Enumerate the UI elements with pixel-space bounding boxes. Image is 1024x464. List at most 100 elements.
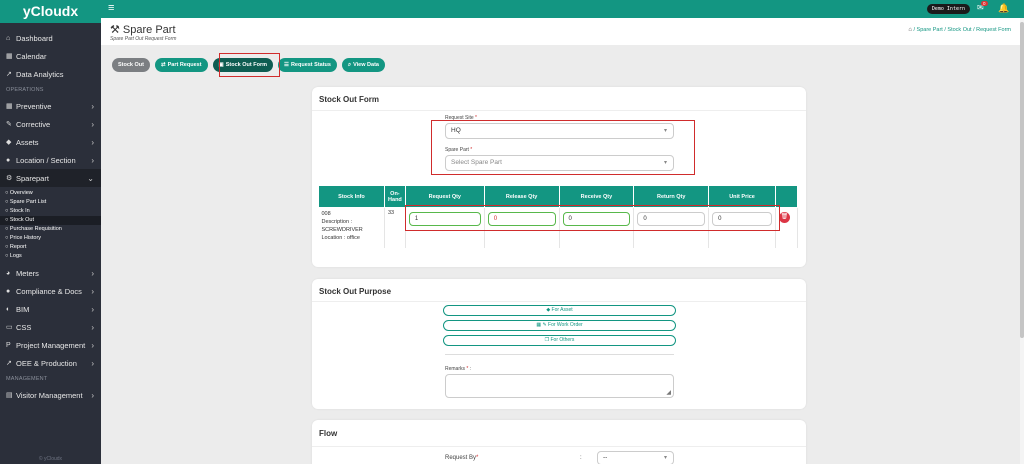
sidebar-item-label: Visitor Management bbox=[16, 390, 83, 400]
chevron-right-icon: › bbox=[91, 340, 94, 350]
sidebar-item-label: Meters bbox=[16, 268, 39, 278]
calendar-icon: ▦ bbox=[6, 53, 13, 60]
chevron-right-icon: › bbox=[91, 304, 94, 314]
for-asset-button[interactable]: ◆ For Asset bbox=[443, 305, 676, 316]
work-order-icon: ▦ ✎ bbox=[536, 322, 549, 328]
card-title: Stock Out Form bbox=[319, 95, 380, 104]
caret-down-icon: ▾ bbox=[663, 455, 667, 461]
sparepart-icon: ⚒ bbox=[110, 24, 123, 36]
sidebar-item-label: Preventive bbox=[16, 101, 52, 111]
colon-separator: : bbox=[580, 455, 582, 461]
sidebar-subitem-overview[interactable]: ○ Overview bbox=[0, 189, 101, 198]
sidebar-subitem-purchase-requisition[interactable]: ○ Purchase Requisition bbox=[0, 225, 101, 234]
sidebar-subitem-label: Report bbox=[9, 244, 27, 250]
stock-out-button[interactable]: Stock Out bbox=[112, 58, 150, 72]
sidebar-item-meters[interactable]: ◕ Meters › bbox=[0, 264, 101, 282]
brand-logo[interactable]: yCloudx bbox=[0, 0, 101, 23]
col-header: Stock Info bbox=[318, 185, 385, 208]
sidebar-item-data-analytics[interactable]: ↗ Data Analytics bbox=[0, 65, 101, 83]
sidebar: yCloudx ⌂ Dashboard ▦ Calendar ↗ Data Analy… bbox=[0, 0, 101, 464]
sidebar-subitem-label: Stock Out bbox=[9, 217, 35, 223]
sidebar-item-css[interactable]: ▭ CSS › bbox=[0, 318, 101, 336]
sidebar-item-assets[interactable]: ◆ Assets › bbox=[0, 133, 101, 151]
breadcrumb-path[interactable]: Spare Part / Stock Out / Request Form bbox=[917, 27, 1011, 33]
highlight-box bbox=[219, 53, 280, 77]
swap-icon: ⇄ bbox=[160, 62, 166, 68]
on-hand-cell: 33 bbox=[384, 207, 406, 248]
sidebar-subitem-logs[interactable]: ○ Logs bbox=[0, 252, 101, 261]
visitor-icon: ▤ bbox=[6, 392, 13, 399]
scrollbar-thumb[interactable] bbox=[1020, 22, 1024, 338]
bell-icon[interactable]: 🔔 bbox=[998, 3, 1010, 14]
sidebar-subitem-spare-part-list[interactable]: ○ Spare Part List bbox=[0, 198, 101, 207]
chevron-right-icon: › bbox=[91, 390, 94, 400]
breadcrumb: ⌂ / Spare Part / Stock Out / Request For… bbox=[908, 27, 1011, 33]
tag-icon: ◆ bbox=[6, 139, 12, 146]
label-text: Request By bbox=[445, 455, 477, 461]
chart-line-icon: ↗ bbox=[6, 360, 12, 367]
sidebar-subitem-price-history[interactable]: ○ Price History bbox=[0, 234, 101, 243]
part-request-button[interactable]: ⇄ Part Request bbox=[154, 58, 208, 72]
for-asset-label: For Asset bbox=[551, 307, 573, 313]
location-value: Location : office bbox=[321, 235, 360, 241]
scrollbar[interactable] bbox=[1020, 18, 1024, 464]
sidebar-subitem-report[interactable]: ○ Report bbox=[0, 243, 101, 252]
remarks-textarea[interactable]: ◢ bbox=[445, 374, 674, 398]
page-title: ⚒ Spare Part bbox=[110, 23, 176, 36]
request-status-label: Request Status bbox=[290, 62, 331, 68]
sidebar-item-location[interactable]: ● Location / Section › bbox=[0, 151, 101, 169]
chevron-right-icon: › bbox=[91, 268, 94, 278]
sidebar-item-label: BIM bbox=[16, 304, 30, 314]
request-by-select[interactable]: -- ▾ bbox=[597, 451, 674, 464]
sidebar-item-label: CSS bbox=[16, 322, 32, 332]
resize-handle-icon[interactable]: ◢ bbox=[666, 389, 671, 396]
sidebar-item-project-management[interactable]: P Project Management › bbox=[0, 336, 101, 354]
search-icon: ⌕ bbox=[347, 62, 352, 68]
sidebar-subitem-label: Stock In bbox=[9, 208, 30, 214]
delete-icon[interactable]: 🗑 bbox=[778, 212, 790, 223]
request-status-button[interactable]: ☰ Request Status bbox=[278, 58, 337, 72]
divider bbox=[312, 446, 806, 447]
wrench-icon: ✎ bbox=[6, 121, 12, 128]
chevron-right-icon: › bbox=[91, 101, 94, 111]
chevron-right-icon: › bbox=[91, 155, 94, 165]
page-subtitle: Spare Part Out Request Form bbox=[110, 36, 177, 42]
list-icon: ☰ bbox=[284, 62, 289, 68]
sidebar-item-visitor-management[interactable]: ▤ Visitor Management › bbox=[0, 386, 101, 404]
chevron-right-icon: › bbox=[91, 286, 94, 296]
for-others-label: For Others bbox=[550, 337, 575, 343]
sidebar-item-corrective[interactable]: ✎ Corrective › bbox=[0, 115, 101, 133]
sidebar-subitem-label: Logs bbox=[9, 253, 22, 259]
page-title-text: Spare Part bbox=[122, 24, 176, 36]
description-label: Description : bbox=[321, 219, 353, 225]
highlight-box bbox=[405, 205, 780, 231]
sidebar-subitem-stock-in[interactable]: ○ Stock In bbox=[0, 207, 101, 216]
chat-icon: ▭ bbox=[6, 324, 13, 331]
sidebar-subitem-label: Overview bbox=[9, 190, 33, 196]
page-header: ⚒ Spare Part Spare Part Out Request Form… bbox=[101, 18, 1024, 45]
card-title: Stock Out Purpose bbox=[319, 287, 392, 296]
sidebar-item-bim[interactable]: ◐ BIM › bbox=[0, 300, 101, 318]
doc-icon: ● bbox=[6, 287, 11, 295]
notification-button[interactable]: ✉ 0 bbox=[977, 1, 991, 14]
user-badge[interactable]: Demo Intern bbox=[926, 3, 970, 14]
for-others-button[interactable]: ❐ For Others bbox=[443, 335, 676, 346]
sidebar-item-sparepart[interactable]: ⚙ Sparepart ⌄ bbox=[0, 169, 101, 187]
remarks-label: Remarks * : bbox=[445, 366, 472, 372]
sidebar-item-calendar[interactable]: ▦ Calendar bbox=[0, 47, 101, 65]
sidebar-item-label: Sparepart bbox=[16, 173, 49, 183]
home-icon[interactable]: ⌂ bbox=[908, 27, 912, 33]
calendar-check-icon: ▦ bbox=[6, 103, 13, 110]
sidebar-item-compliance[interactable]: ● Compliance & Docs › bbox=[0, 282, 101, 300]
sidebar-item-oee[interactable]: ↗ OEE & Production › bbox=[0, 354, 101, 372]
view-data-button[interactable]: ⌕ View Data bbox=[341, 58, 385, 72]
bim-icon: ◐ bbox=[6, 305, 11, 313]
select-value: -- bbox=[603, 454, 608, 461]
request-by-label: Request By* bbox=[445, 455, 478, 461]
sidebar-item-preventive[interactable]: ▦ Preventive › bbox=[0, 97, 101, 115]
hamburger-menu-icon[interactable]: ≡ bbox=[108, 3, 114, 14]
sidebar-subitem-stock-out[interactable]: ○ Stock Out bbox=[0, 216, 101, 225]
sidebar-item-dashboard[interactable]: ⌂ Dashboard bbox=[0, 29, 101, 47]
chart-icon: ↗ bbox=[6, 71, 12, 78]
for-work-order-button[interactable]: ▦ ✎ For Work Order bbox=[443, 320, 676, 331]
